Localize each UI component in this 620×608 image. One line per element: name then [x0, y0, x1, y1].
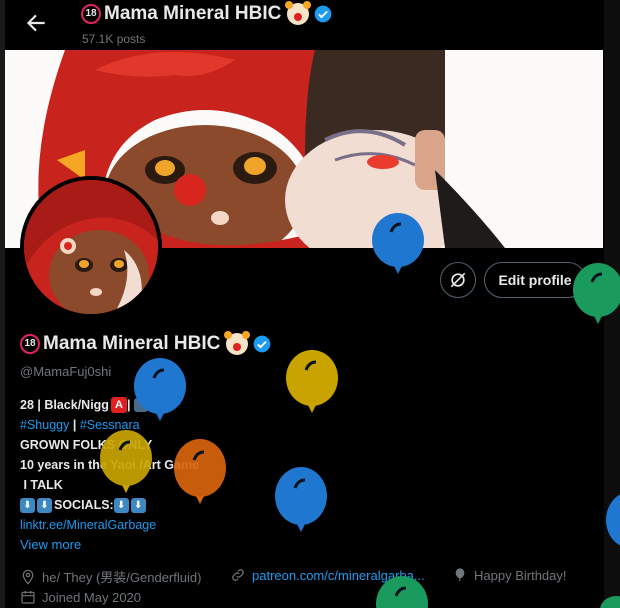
hashtag-shuggy-link[interactable]: #Shuggy — [20, 415, 69, 435]
linktree-link[interactable]: linktr.ee/MineralGarbage — [20, 515, 156, 535]
profile-display-name: Mama Mineral HBIC — [43, 333, 221, 354]
header-display-name: Mama Mineral HBIC — [104, 3, 282, 24]
profile-display-name-row: 18 Mama Mineral HBIC — [20, 331, 272, 355]
joined-text: Joined May 2020 — [42, 589, 142, 605]
balloon-icon — [573, 263, 620, 324]
view-more-link[interactable]: View more — [20, 537, 81, 552]
slash-circle-icon — [450, 272, 466, 288]
grok-analyze-button[interactable] — [440, 262, 476, 298]
bio-text: I TALK — [20, 478, 63, 492]
location-meta: he/ They (男装/Genderfluid) — [20, 567, 201, 586]
joined-meta: Joined May 2020 — [20, 589, 141, 605]
down-arrow-emoji: ⬇ — [20, 497, 35, 513]
bio-text: SOCIALS: — [54, 498, 114, 512]
back-arrow-icon[interactable] — [23, 10, 49, 36]
top-bar: 18 Mama Mineral HBIC 57.1K posts — [5, 0, 603, 50]
profile-handle: @MamaFuj0shi — [20, 364, 112, 379]
balloon-icon — [174, 439, 226, 504]
bio-text: 28 | Black/Nigg — [20, 398, 109, 412]
balloon-icon — [100, 430, 152, 493]
header-title: 18 Mama Mineral HBIC — [81, 1, 333, 25]
verified-badge-icon — [315, 5, 332, 23]
balloon-icon — [600, 596, 620, 608]
avatar[interactable] — [20, 176, 162, 318]
bio-line: linktr.ee/MineralGarbage — [20, 515, 199, 535]
bio-text: | — [126, 398, 131, 412]
age-18-icon: 18 — [81, 4, 101, 24]
link-icon — [232, 569, 244, 581]
balloon-icon — [455, 568, 465, 582]
down-arrow-emoji: ⬇ — [113, 497, 129, 513]
birthday-text: Happy Birthday! — [474, 567, 567, 583]
verified-badge-icon[interactable] — [252, 334, 272, 354]
bio-text: | — [69, 418, 80, 432]
down-arrow-emoji: ⬇ — [37, 497, 52, 513]
balloon-icon — [372, 213, 424, 274]
balloon-icon — [134, 358, 186, 421]
clown-icon — [224, 331, 249, 355]
down-arrow-emoji: ⬇ — [130, 497, 146, 513]
balloon-icon — [606, 494, 620, 546]
calendar-icon — [21, 591, 35, 604]
a-button-emoji: A — [110, 397, 127, 413]
balloon-icon — [286, 350, 338, 413]
posts-count: 57.1K posts — [82, 32, 146, 46]
balloon-icon — [376, 576, 428, 608]
clown-icon — [285, 1, 310, 25]
birthday-meta: Happy Birthday! — [452, 567, 567, 583]
balloon-icon — [275, 467, 327, 532]
location-text: he/ They (男装/Genderfluid) — [42, 570, 202, 585]
location-pin-icon — [22, 569, 34, 585]
age-18-icon: 18 — [20, 334, 40, 354]
